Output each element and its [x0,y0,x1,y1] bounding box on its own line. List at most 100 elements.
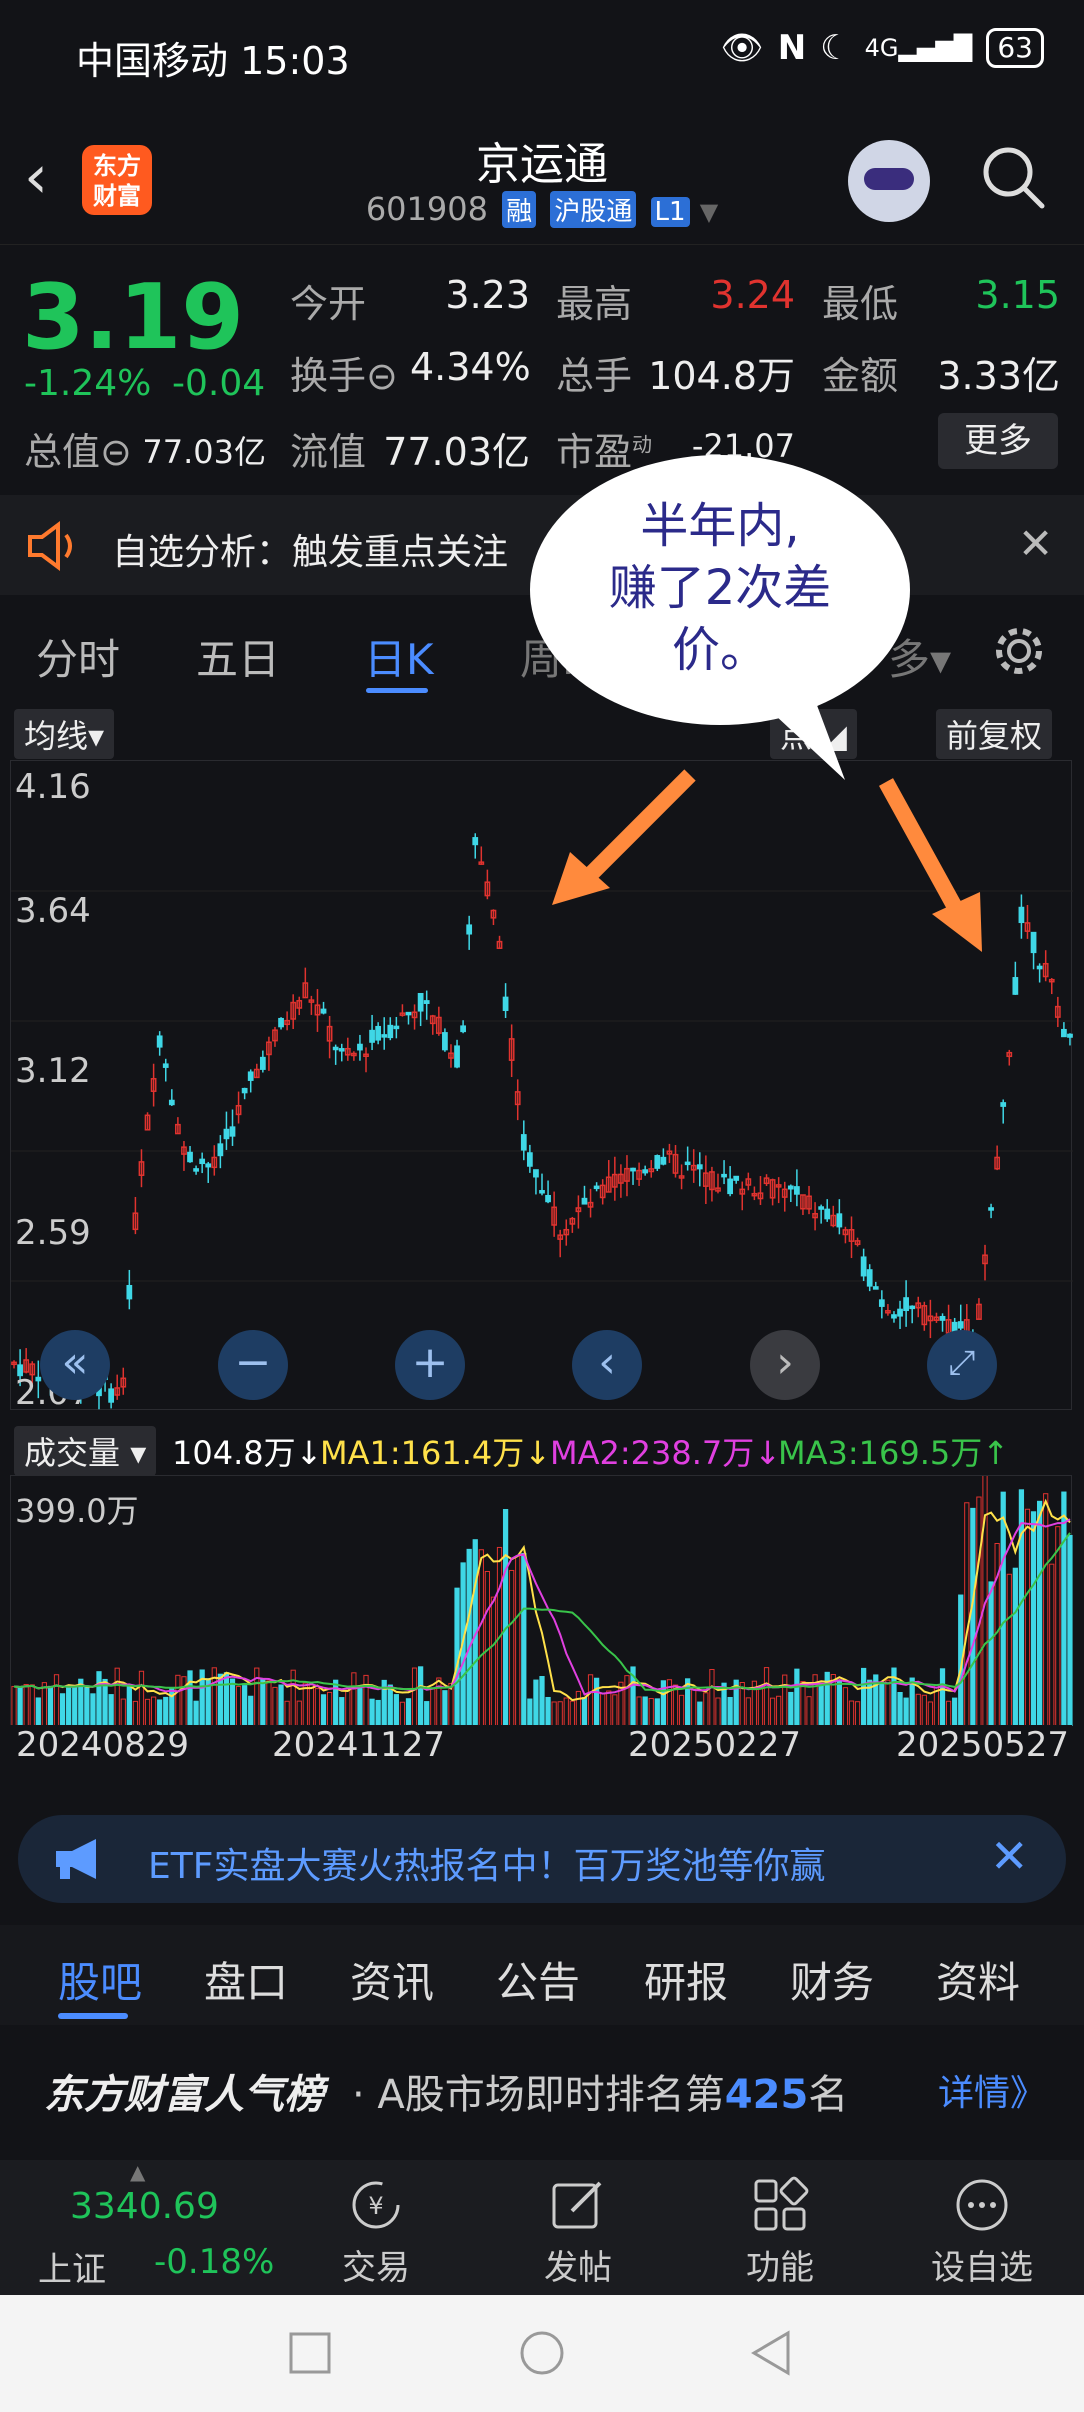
volume-bar [23,1683,29,1726]
tab-forum[interactable]: 股吧 [58,1949,142,2010]
volume-bar [970,1507,976,1726]
volume-chart[interactable]: 399.0万 [10,1475,1073,1755]
indicator-select[interactable]: 均线▾ [14,709,115,759]
candle [787,1185,794,1190]
candle [393,1025,400,1030]
candle [1061,1028,1067,1038]
volume-bar [515,1555,521,1726]
volume-bar [1012,1567,1018,1726]
candle [545,1194,551,1203]
volume-bar [861,1667,867,1726]
tab-research[interactable]: 研报 [644,1949,728,2010]
volume-bar [29,1684,35,1726]
tab-daily-k[interactable]: 日K [364,626,434,687]
stock-code: 601908 [365,190,488,228]
volume-bar [794,1668,800,1726]
promo-banner[interactable]: ETF实盘大赛火热报名中！百万奖池等你赢 ✕ [18,1815,1066,1903]
nav-functions[interactable]: 功能 [720,2170,840,2289]
candle [684,1161,691,1166]
volume-bar [223,1672,230,1726]
tab-profile[interactable]: 资料 [936,1949,1020,2010]
date-label: 20250227 [628,1725,802,1765]
back-nav-icon[interactable] [748,2329,792,2377]
volume-indicator-select[interactable]: 成交量 ▾ [14,1426,157,1476]
volume-bar [575,1690,582,1726]
tab-orderbook[interactable]: 盘口 [204,1949,288,2010]
volume-bar [1049,1563,1055,1726]
candle [1018,906,1025,924]
nfc-icon: N [777,28,807,68]
volume-bar [988,1581,994,1726]
popularity-rank[interactable]: 东方财富人气榜 · A股市场即时排名第425名 详情》 [0,2028,1084,2148]
arrow-right-annotation [878,778,982,952]
tab-news[interactable]: 资讯 [350,1949,434,2010]
next-button[interactable]: › [750,1330,820,1400]
search-icon[interactable] [980,144,1046,210]
volume-bar [193,1700,199,1726]
tab-five-day[interactable]: 五日 [196,626,280,687]
volume-bar [757,1687,764,1726]
gear-icon[interactable] [990,622,1048,680]
candle [733,1175,740,1181]
volume-bar [678,1694,685,1726]
close-icon[interactable]: ✕ [990,1829,1029,1883]
volume-bar [418,1666,424,1726]
recents-icon[interactable] [288,2331,332,2375]
candle [539,1190,545,1194]
status-icons: 👁 N ☾ 4G▂▄▆█ 63 [721,28,1044,68]
volume-bar [369,1698,375,1726]
more-button[interactable]: 更多 [938,413,1058,469]
volume-value: 104.8万 [648,354,795,398]
candle [642,1169,649,1174]
nav-add-watchlist[interactable]: 设自选 [922,2170,1042,2289]
chevron-down-icon[interactable]: ▼ [700,198,718,226]
volume-bar [399,1701,406,1726]
nav-post[interactable]: 发帖 [518,2170,638,2289]
prev-button[interactable]: ‹ [572,1330,642,1400]
tab-intraday[interactable]: 分时 [36,626,120,687]
home-icon[interactable] [518,2329,566,2377]
volume-bar [818,1683,824,1726]
date-label: 20241127 [272,1725,446,1765]
volume-bar [66,1687,72,1726]
zoom-in-button[interactable]: + [395,1330,465,1400]
volume-bar [521,1552,527,1726]
candle [369,1029,375,1043]
zoom-out-button[interactable]: − [218,1330,288,1400]
volume-bar [175,1674,181,1726]
tab-announcements[interactable]: 公告 [496,1949,580,2010]
float-value: 77.03亿 [383,430,530,474]
volume-bar [903,1697,909,1726]
volume-bar [363,1674,369,1726]
volume-bar [636,1696,642,1726]
volume-bar [600,1692,606,1726]
volume-bar [1036,1500,1043,1726]
volume-bar [35,1697,41,1726]
annotation-bubble: 半年内, 赚了2次差 价。 [525,450,915,780]
candle [818,1206,825,1210]
candle [909,1305,916,1310]
candle [1000,1102,1007,1107]
volume-bar [842,1687,849,1726]
signal-icon: 4G▂▄▆█ [864,34,973,62]
candle [405,1011,412,1016]
volume-bar [703,1692,709,1726]
scroll-left-icon[interactable]: « [40,1330,110,1400]
close-icon[interactable]: ✕ [1018,519,1053,568]
volume-ma-line [13,1498,1071,1702]
volume-bar [235,1685,242,1726]
y-tick: 2.59 [15,1213,91,1253]
volume-bar [824,1671,830,1726]
nav-trade[interactable]: ¥ 交易 [316,2170,436,2289]
volume-bar [1000,1491,1006,1726]
high-label: 最高 [556,282,633,326]
battery-icon: 63 [986,28,1044,68]
fullscreen-icon[interactable]: ⤢ [927,1330,997,1400]
volume-bar [964,1502,970,1726]
eye-icon: 👁 [720,28,764,68]
rank-detail-link[interactable]: 详情》 [938,2064,1046,2116]
tab-finance[interactable]: 财务 [790,1949,874,2010]
adjust-select[interactable]: 前复权 [936,709,1053,759]
volume-bar [302,1682,308,1726]
assistant-avatar[interactable] [848,140,930,222]
